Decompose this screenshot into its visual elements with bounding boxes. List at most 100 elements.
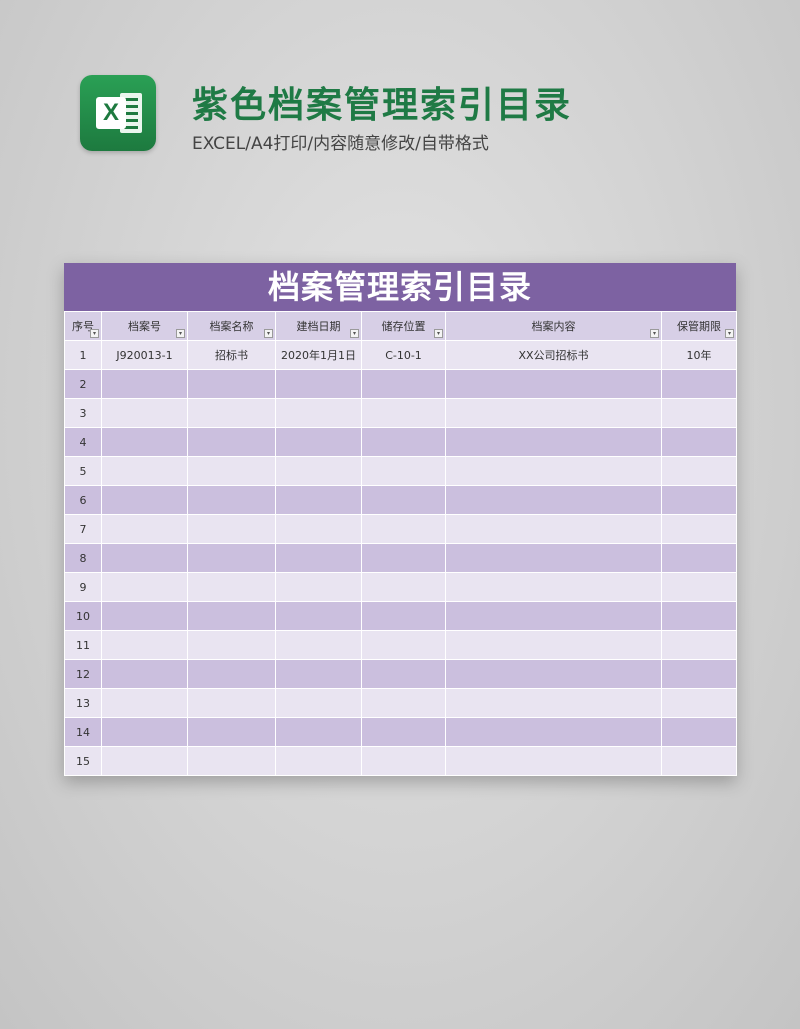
cell-create-date[interactable] xyxy=(275,456,362,486)
cell-content[interactable] xyxy=(445,746,662,776)
cell-file-name[interactable] xyxy=(187,659,276,689)
cell-content[interactable] xyxy=(445,514,662,544)
cell-seq[interactable]: 10 xyxy=(64,601,102,631)
cell-content[interactable]: XX公司招标书 xyxy=(445,340,662,370)
cell-file-name[interactable] xyxy=(187,572,276,602)
cell-retention[interactable] xyxy=(661,543,737,573)
cell-file-no[interactable] xyxy=(101,601,188,631)
cell-file-name[interactable] xyxy=(187,601,276,631)
cell-location[interactable] xyxy=(361,369,446,399)
cell-retention[interactable] xyxy=(661,572,737,602)
cell-content[interactable] xyxy=(445,659,662,689)
cell-seq[interactable]: 3 xyxy=(64,398,102,428)
cell-location[interactable] xyxy=(361,688,446,718)
cell-file-no[interactable] xyxy=(101,630,188,660)
filter-dropdown-icon[interactable]: ▾ xyxy=(264,329,273,338)
cell-content[interactable] xyxy=(445,427,662,457)
cell-create-date[interactable] xyxy=(275,572,362,602)
cell-file-name[interactable]: 招标书 xyxy=(187,340,276,370)
cell-location[interactable] xyxy=(361,514,446,544)
cell-create-date[interactable] xyxy=(275,369,362,399)
cell-seq[interactable]: 1 xyxy=(64,340,102,370)
cell-retention[interactable] xyxy=(661,659,737,689)
cell-retention[interactable] xyxy=(661,688,737,718)
cell-location[interactable] xyxy=(361,659,446,689)
cell-create-date[interactable] xyxy=(275,630,362,660)
cell-seq[interactable]: 7 xyxy=(64,514,102,544)
cell-retention[interactable] xyxy=(661,369,737,399)
cell-file-name[interactable] xyxy=(187,543,276,573)
cell-file-no[interactable] xyxy=(101,543,188,573)
cell-create-date[interactable] xyxy=(275,688,362,718)
cell-seq[interactable]: 13 xyxy=(64,688,102,718)
cell-file-name[interactable] xyxy=(187,630,276,660)
cell-content[interactable] xyxy=(445,630,662,660)
cell-seq[interactable]: 15 xyxy=(64,746,102,776)
cell-file-no[interactable] xyxy=(101,746,188,776)
cell-create-date[interactable] xyxy=(275,659,362,689)
cell-retention[interactable] xyxy=(661,398,737,428)
cell-location[interactable] xyxy=(361,543,446,573)
cell-content[interactable] xyxy=(445,456,662,486)
cell-content[interactable] xyxy=(445,369,662,399)
cell-content[interactable] xyxy=(445,717,662,747)
cell-location[interactable] xyxy=(361,485,446,515)
cell-retention[interactable] xyxy=(661,746,737,776)
cell-file-no[interactable] xyxy=(101,485,188,515)
filter-dropdown-icon[interactable]: ▾ xyxy=(350,329,359,338)
cell-file-name[interactable] xyxy=(187,717,276,747)
filter-dropdown-icon[interactable]: ▾ xyxy=(725,329,734,338)
cell-file-no[interactable] xyxy=(101,427,188,457)
cell-create-date[interactable]: 2020年1月1日 xyxy=(275,340,362,370)
cell-create-date[interactable] xyxy=(275,485,362,515)
cell-file-name[interactable] xyxy=(187,456,276,486)
cell-seq[interactable]: 14 xyxy=(64,717,102,747)
filter-dropdown-icon[interactable]: ▾ xyxy=(176,329,185,338)
cell-seq[interactable]: 6 xyxy=(64,485,102,515)
cell-file-no[interactable]: J920013-1 xyxy=(101,340,188,370)
cell-location[interactable] xyxy=(361,456,446,486)
cell-location[interactable] xyxy=(361,717,446,747)
cell-file-no[interactable] xyxy=(101,398,188,428)
cell-location[interactable]: C-10-1 xyxy=(361,340,446,370)
cell-file-name[interactable] xyxy=(187,514,276,544)
cell-file-name[interactable] xyxy=(187,398,276,428)
cell-file-no[interactable] xyxy=(101,717,188,747)
cell-file-name[interactable] xyxy=(187,485,276,515)
cell-seq[interactable]: 8 xyxy=(64,543,102,573)
cell-seq[interactable]: 4 xyxy=(64,427,102,457)
filter-dropdown-icon[interactable]: ▾ xyxy=(434,329,443,338)
filter-dropdown-icon[interactable]: ▾ xyxy=(90,329,99,338)
cell-content[interactable] xyxy=(445,485,662,515)
cell-file-no[interactable] xyxy=(101,369,188,399)
cell-file-no[interactable] xyxy=(101,688,188,718)
cell-file-name[interactable] xyxy=(187,427,276,457)
cell-retention[interactable] xyxy=(661,717,737,747)
cell-content[interactable] xyxy=(445,543,662,573)
cell-create-date[interactable] xyxy=(275,717,362,747)
cell-file-no[interactable] xyxy=(101,514,188,544)
cell-file-no[interactable] xyxy=(101,659,188,689)
cell-location[interactable] xyxy=(361,630,446,660)
cell-retention[interactable] xyxy=(661,630,737,660)
cell-location[interactable] xyxy=(361,572,446,602)
cell-location[interactable] xyxy=(361,601,446,631)
cell-file-name[interactable] xyxy=(187,746,276,776)
cell-content[interactable] xyxy=(445,572,662,602)
cell-content[interactable] xyxy=(445,688,662,718)
cell-retention[interactable]: 10年 xyxy=(661,340,737,370)
cell-create-date[interactable] xyxy=(275,543,362,573)
cell-seq[interactable]: 12 xyxy=(64,659,102,689)
cell-create-date[interactable] xyxy=(275,601,362,631)
cell-create-date[interactable] xyxy=(275,398,362,428)
cell-file-no[interactable] xyxy=(101,456,188,486)
cell-seq[interactable]: 2 xyxy=(64,369,102,399)
cell-retention[interactable] xyxy=(661,456,737,486)
cell-retention[interactable] xyxy=(661,514,737,544)
cell-content[interactable] xyxy=(445,398,662,428)
cell-retention[interactable] xyxy=(661,601,737,631)
cell-file-name[interactable] xyxy=(187,369,276,399)
cell-seq[interactable]: 5 xyxy=(64,456,102,486)
cell-seq[interactable]: 11 xyxy=(64,630,102,660)
cell-file-name[interactable] xyxy=(187,688,276,718)
